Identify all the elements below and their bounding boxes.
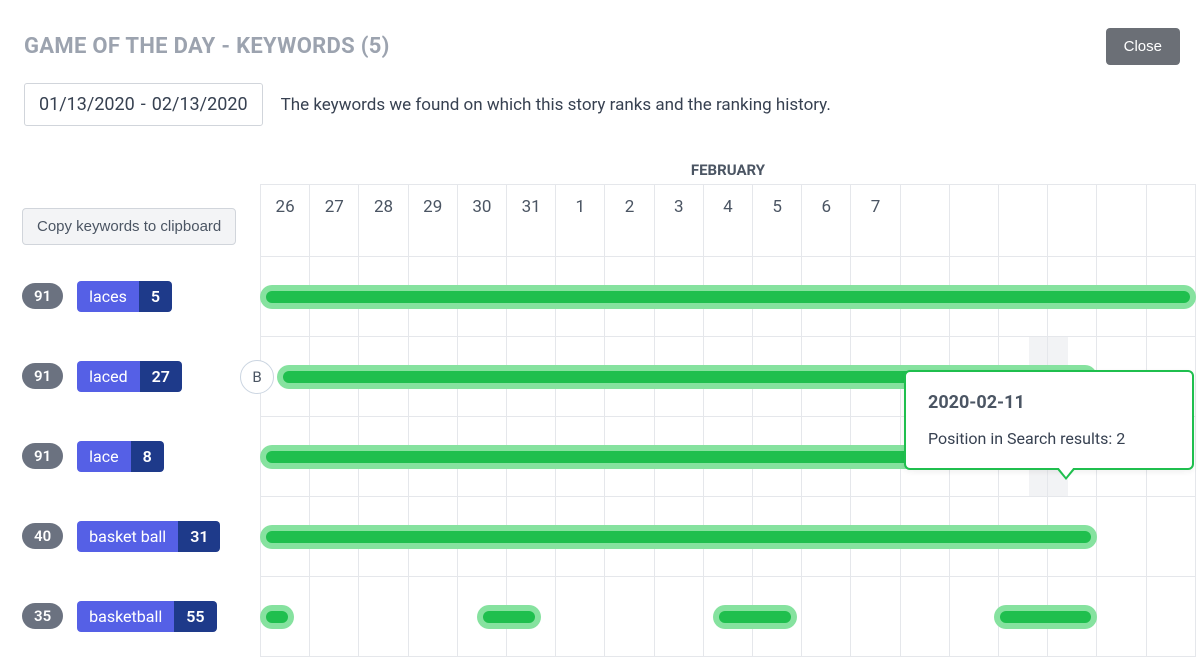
keyword-label-row: 91 lace8	[22, 416, 260, 496]
day-column: 29	[409, 185, 458, 256]
score-pill: 35	[22, 603, 63, 629]
keyword-name: laced	[77, 361, 139, 392]
date-range-picker[interactable]: 01/13/2020 - 02/13/2020	[24, 83, 263, 126]
day-column: 27	[310, 185, 359, 256]
score-pill: 40	[22, 523, 63, 549]
keyword-rank: 55	[174, 601, 216, 632]
rank-bar[interactable]	[477, 605, 541, 629]
keyword-chip[interactable]: basket ball31	[77, 521, 220, 552]
day-column: 6	[802, 185, 851, 256]
keyword-chip[interactable]: basketball55	[77, 601, 216, 632]
date-start: 01/13/2020	[39, 94, 135, 115]
day-column	[950, 185, 999, 256]
keyword-rank: 31	[178, 521, 220, 552]
keyword-name: laces	[77, 281, 139, 312]
score-pill: 91	[22, 363, 63, 389]
day-column: 31	[507, 185, 556, 256]
timeline-row	[260, 497, 1196, 577]
rank-bar[interactable]	[994, 605, 1097, 629]
day-column	[1097, 185, 1146, 256]
day-column: 26	[260, 185, 310, 256]
keyword-chip[interactable]: laces5	[77, 281, 172, 312]
day-column: 28	[359, 185, 408, 256]
keyword-label-row: 35 basketball55	[22, 576, 260, 656]
rank-bar-inner	[266, 531, 1091, 543]
timeline-row	[260, 577, 1196, 657]
tooltip: 2020-02-11 Position in Search results: 2	[904, 370, 1194, 470]
date-end: 02/13/2020	[152, 94, 248, 115]
keyword-chip[interactable]: lace8	[77, 441, 164, 472]
keyword-label-row: 91 laced27	[22, 336, 260, 416]
page-title: GAME OF THE DAY - KEYWORDS (5)	[24, 34, 1106, 59]
keyword-rank: 5	[139, 281, 172, 312]
close-button[interactable]: Close	[1106, 28, 1180, 65]
rank-bar[interactable]	[260, 285, 1196, 309]
day-column: 30	[458, 185, 507, 256]
keyword-chip[interactable]: laced27	[77, 361, 182, 392]
rank-bar-inner	[266, 611, 288, 623]
keyword-label-row: 40 basket ball31	[22, 496, 260, 576]
day-column: 2	[605, 185, 654, 256]
description-text: The keywords we found on which this stor…	[281, 95, 831, 115]
keyword-name: basket ball	[77, 521, 178, 552]
rank-bar-inner	[719, 611, 791, 623]
day-column	[901, 185, 950, 256]
day-header: 2627282930311234567	[260, 185, 1196, 257]
score-pill: 91	[22, 443, 63, 469]
copy-keywords-button[interactable]: Copy keywords to clipboard	[22, 208, 236, 245]
day-column: 5	[753, 185, 802, 256]
day-column: 3	[655, 185, 704, 256]
day-column	[1147, 185, 1196, 256]
keyword-name: basketball	[77, 601, 174, 632]
keyword-name: lace	[77, 441, 130, 472]
keyword-label-row: 91 laces5	[22, 256, 260, 336]
month-label: FEBRUARY	[260, 161, 1196, 179]
tooltip-date: 2020-02-11	[928, 392, 1170, 413]
rank-bar-inner	[1000, 611, 1091, 623]
day-column: 4	[704, 185, 753, 256]
rank-bar-inner	[483, 611, 535, 623]
day-column	[999, 185, 1048, 256]
day-column: 7	[851, 185, 900, 256]
score-pill: 91	[22, 283, 63, 309]
date-separator: -	[141, 94, 146, 115]
timeline-row	[260, 257, 1196, 337]
day-column: 1	[556, 185, 605, 256]
keyword-rank: 27	[140, 361, 182, 392]
rank-bar-inner	[266, 291, 1190, 303]
tooltip-body: Position in Search results: 2	[928, 429, 1170, 448]
day-column	[1048, 185, 1097, 256]
rank-bar[interactable]	[713, 605, 797, 629]
rank-bar[interactable]	[260, 525, 1097, 549]
keyword-rank: 8	[131, 441, 164, 472]
rank-bar[interactable]	[260, 605, 294, 629]
